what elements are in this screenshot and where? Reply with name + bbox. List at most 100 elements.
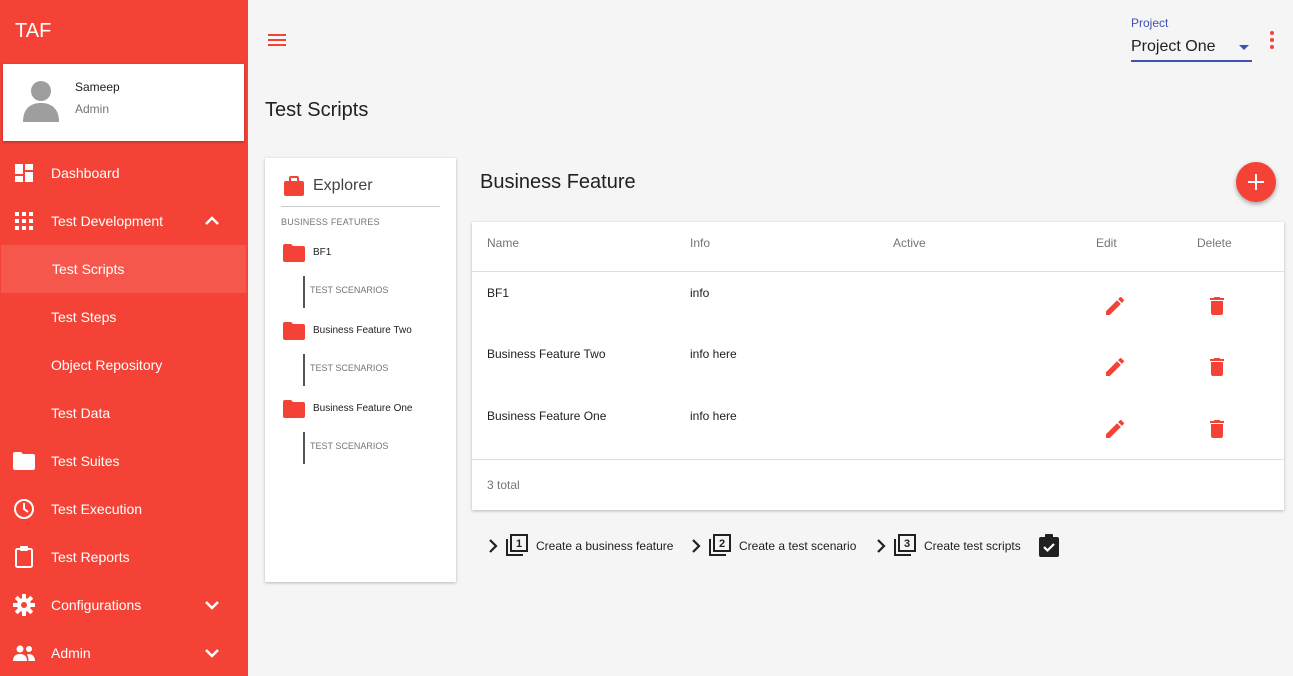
assignment-done-icon[interactable]	[1038, 534, 1060, 558]
chevron-right-icon	[877, 539, 886, 553]
step-number: 2	[719, 538, 725, 550]
cell-info: info here	[690, 409, 737, 423]
nav-label-test-steps: Test Steps	[51, 309, 117, 325]
tree-folder-label: Business Feature One	[313, 403, 413, 414]
chevron-up-icon	[205, 216, 219, 225]
nav-item-configurations[interactable]: Configurations	[0, 581, 248, 629]
briefcase-icon	[284, 176, 304, 196]
chevron-down-icon	[205, 601, 219, 610]
folder-icon	[283, 400, 305, 418]
tree-item-test-scenarios[interactable]: TEST SCENARIOS	[303, 432, 388, 464]
more-vert-icon[interactable]	[1262, 28, 1282, 52]
filter-1-icon: 1	[506, 534, 528, 556]
chevron-right-icon	[692, 539, 701, 553]
nav-item-test-execution[interactable]: Test Execution	[0, 485, 248, 533]
cell-name: Business Feature Two	[487, 347, 606, 361]
nav-label-test-execution: Test Execution	[51, 501, 143, 517]
nav-label-test-scripts: Test Scripts	[52, 261, 125, 277]
step-number: 3	[904, 538, 910, 550]
nav-label-test-development: Test Development	[51, 213, 164, 229]
project-select[interactable]: Project One	[1131, 34, 1252, 62]
table-row[interactable]: Business Feature Two info here	[472, 333, 1284, 395]
nav-item-admin[interactable]: Admin	[0, 629, 248, 676]
project-label: Project	[1131, 16, 1169, 30]
column-header-active[interactable]: Active	[893, 236, 926, 250]
apps-grid-icon	[12, 209, 36, 233]
nav-item-test-scripts[interactable]: Test Scripts	[1, 245, 246, 293]
explorer-header: Explorer	[281, 175, 440, 207]
nav-label-test-data: Test Data	[51, 405, 111, 421]
explorer-panel: Explorer BUSINESS FEATURES BF1 TEST SCEN…	[265, 158, 456, 582]
column-header-name[interactable]: Name	[487, 236, 519, 250]
nav-item-test-data[interactable]: Test Data	[0, 389, 248, 437]
pencil-icon[interactable]	[1103, 417, 1127, 441]
chevron-right-icon	[489, 539, 498, 553]
row-count: 3 total	[487, 478, 520, 492]
step-number: 1	[516, 538, 522, 550]
trash-icon[interactable]	[1205, 417, 1229, 441]
explorer-title: Explorer	[313, 177, 373, 194]
clipboard-icon	[12, 545, 36, 569]
add-business-feature-button[interactable]	[1236, 162, 1276, 202]
folder-icon	[12, 449, 36, 473]
nav-item-test-steps[interactable]: Test Steps	[0, 293, 248, 341]
pencil-icon[interactable]	[1103, 355, 1127, 379]
column-header-delete: Delete	[1197, 236, 1232, 250]
nav-item-test-suites[interactable]: Test Suites	[0, 437, 248, 485]
filter-2-icon: 2	[709, 534, 731, 556]
nav-label-admin: Admin	[51, 645, 91, 661]
app-title: TAF	[15, 20, 52, 42]
nav-label-test-suites: Test Suites	[51, 453, 120, 469]
user-name: Sameep	[75, 80, 120, 94]
chevron-down-icon	[205, 649, 219, 658]
table-row[interactable]: BF1 info	[472, 272, 1284, 334]
tree-item-test-scenarios[interactable]: TEST SCENARIOS	[303, 354, 388, 386]
nav-item-test-reports[interactable]: Test Reports	[0, 533, 248, 581]
gear-icon	[12, 593, 36, 617]
cell-name: BF1	[487, 286, 510, 300]
business-feature-table: Name Info Active Edit Delete BF1 info Bu…	[472, 222, 1284, 510]
menu-icon[interactable]	[265, 28, 289, 52]
tree-folder-label: Business Feature Two	[313, 325, 412, 336]
cell-info: info	[690, 286, 710, 300]
page-title: Test Scripts	[265, 99, 369, 121]
cell-info: info here	[690, 347, 737, 361]
nav-item-object-repository[interactable]: Object Repository	[0, 341, 248, 389]
pencil-icon[interactable]	[1103, 294, 1127, 318]
trash-icon[interactable]	[1205, 355, 1229, 379]
tree-item-label: TEST SCENARIOS	[310, 363, 389, 373]
column-header-edit: Edit	[1096, 236, 1117, 250]
nav-item-test-development[interactable]: Test Development	[0, 197, 248, 245]
folder-icon	[283, 244, 305, 262]
tree-item-label: TEST SCENARIOS	[310, 285, 389, 295]
nav-label-configurations: Configurations	[51, 597, 142, 613]
business-feature-title: Business Feature	[480, 171, 636, 193]
dropdown-arrow-icon	[1239, 45, 1249, 50]
nav-label-test-reports: Test Reports	[51, 549, 130, 565]
nav-item-dashboard[interactable]: Dashboard	[0, 149, 248, 197]
dashboard-icon	[12, 161, 36, 185]
user-card[interactable]: Sameep Admin	[3, 64, 244, 141]
folder-icon	[283, 322, 305, 340]
table-row[interactable]: Business Feature One info here	[472, 395, 1284, 457]
project-value: Project One	[1131, 38, 1216, 55]
business-features-label: BUSINESS FEATURES	[281, 217, 380, 227]
step-label: Create test scripts	[924, 539, 1021, 553]
column-header-info[interactable]: Info	[690, 236, 710, 250]
sidebar: TAF Sameep Admin Dashboard Test Developm…	[0, 0, 248, 676]
tree-folder-label: BF1	[313, 247, 332, 258]
nav-label-object-repository: Object Repository	[51, 357, 163, 373]
tree-item-label: TEST SCENARIOS	[310, 441, 389, 451]
step-label: Create a business feature	[536, 539, 674, 553]
divider	[472, 459, 1284, 460]
cell-name: Business Feature One	[487, 409, 607, 423]
user-role: Admin	[75, 102, 110, 116]
nav-label-dashboard: Dashboard	[51, 165, 120, 181]
avatar-icon	[23, 81, 59, 122]
step-label: Create a test scenario	[739, 539, 857, 553]
clock-icon	[12, 497, 36, 521]
trash-icon[interactable]	[1205, 294, 1229, 318]
people-icon	[12, 641, 36, 665]
tree-item-test-scenarios[interactable]: TEST SCENARIOS	[303, 276, 388, 308]
filter-3-icon: 3	[894, 534, 916, 556]
